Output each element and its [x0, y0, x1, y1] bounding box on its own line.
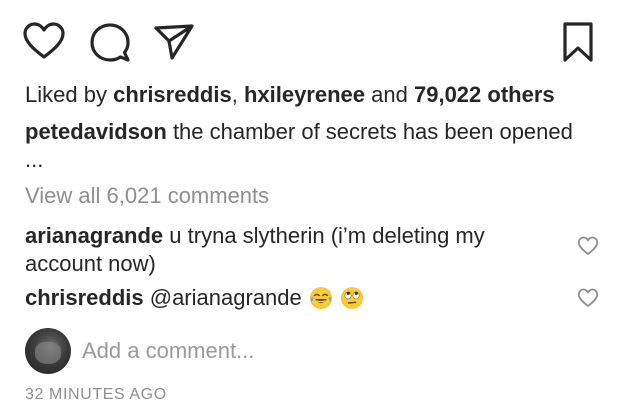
like-heart-icon[interactable]	[22, 20, 66, 64]
likes-summary: Liked by chrisreddis, hxileyrenee and 79…	[25, 81, 555, 109]
comment-like-heart-icon[interactable]	[577, 235, 599, 257]
add-comment-input[interactable]	[82, 337, 562, 365]
post-timestamp: 32 MINUTES AGO	[25, 386, 167, 403]
comment-bubble-icon[interactable]	[88, 20, 132, 64]
comment-item: chrisreddis @arianagrande	[25, 284, 545, 312]
liker-username-2[interactable]: hxileyrenee	[244, 82, 365, 107]
comment-mention-link[interactable]: @arianagrande	[150, 285, 302, 310]
liker-username-1[interactable]: chrisreddis	[113, 82, 232, 107]
face-with-tears-of-joy-icon	[309, 286, 333, 310]
caption-username[interactable]: petedavidson	[25, 119, 167, 144]
comment-like-heart-icon[interactable]	[577, 287, 599, 309]
face-with-rolling-eyes-icon	[340, 286, 364, 310]
post-action-bar	[0, 0, 620, 80]
comment-item: arianagrande u tryna slytherin (i’m dele…	[25, 222, 545, 278]
comment-username[interactable]: arianagrande	[25, 223, 163, 248]
post-caption: petedavidson the chamber of secrets has …	[25, 118, 585, 174]
likes-prefix: Liked by	[25, 82, 107, 107]
likes-and: and	[371, 82, 408, 107]
save-bookmark-icon[interactable]	[556, 20, 600, 64]
avatar	[25, 328, 71, 374]
comment-username[interactable]: chrisreddis	[25, 285, 144, 310]
likes-count-link[interactable]: 79,022 others	[414, 82, 555, 107]
likes-separator: ,	[231, 82, 238, 107]
view-all-comments-link[interactable]: View all 6,021 comments	[25, 182, 269, 210]
share-paper-plane-icon[interactable]	[152, 20, 196, 64]
add-comment-row	[25, 328, 585, 374]
